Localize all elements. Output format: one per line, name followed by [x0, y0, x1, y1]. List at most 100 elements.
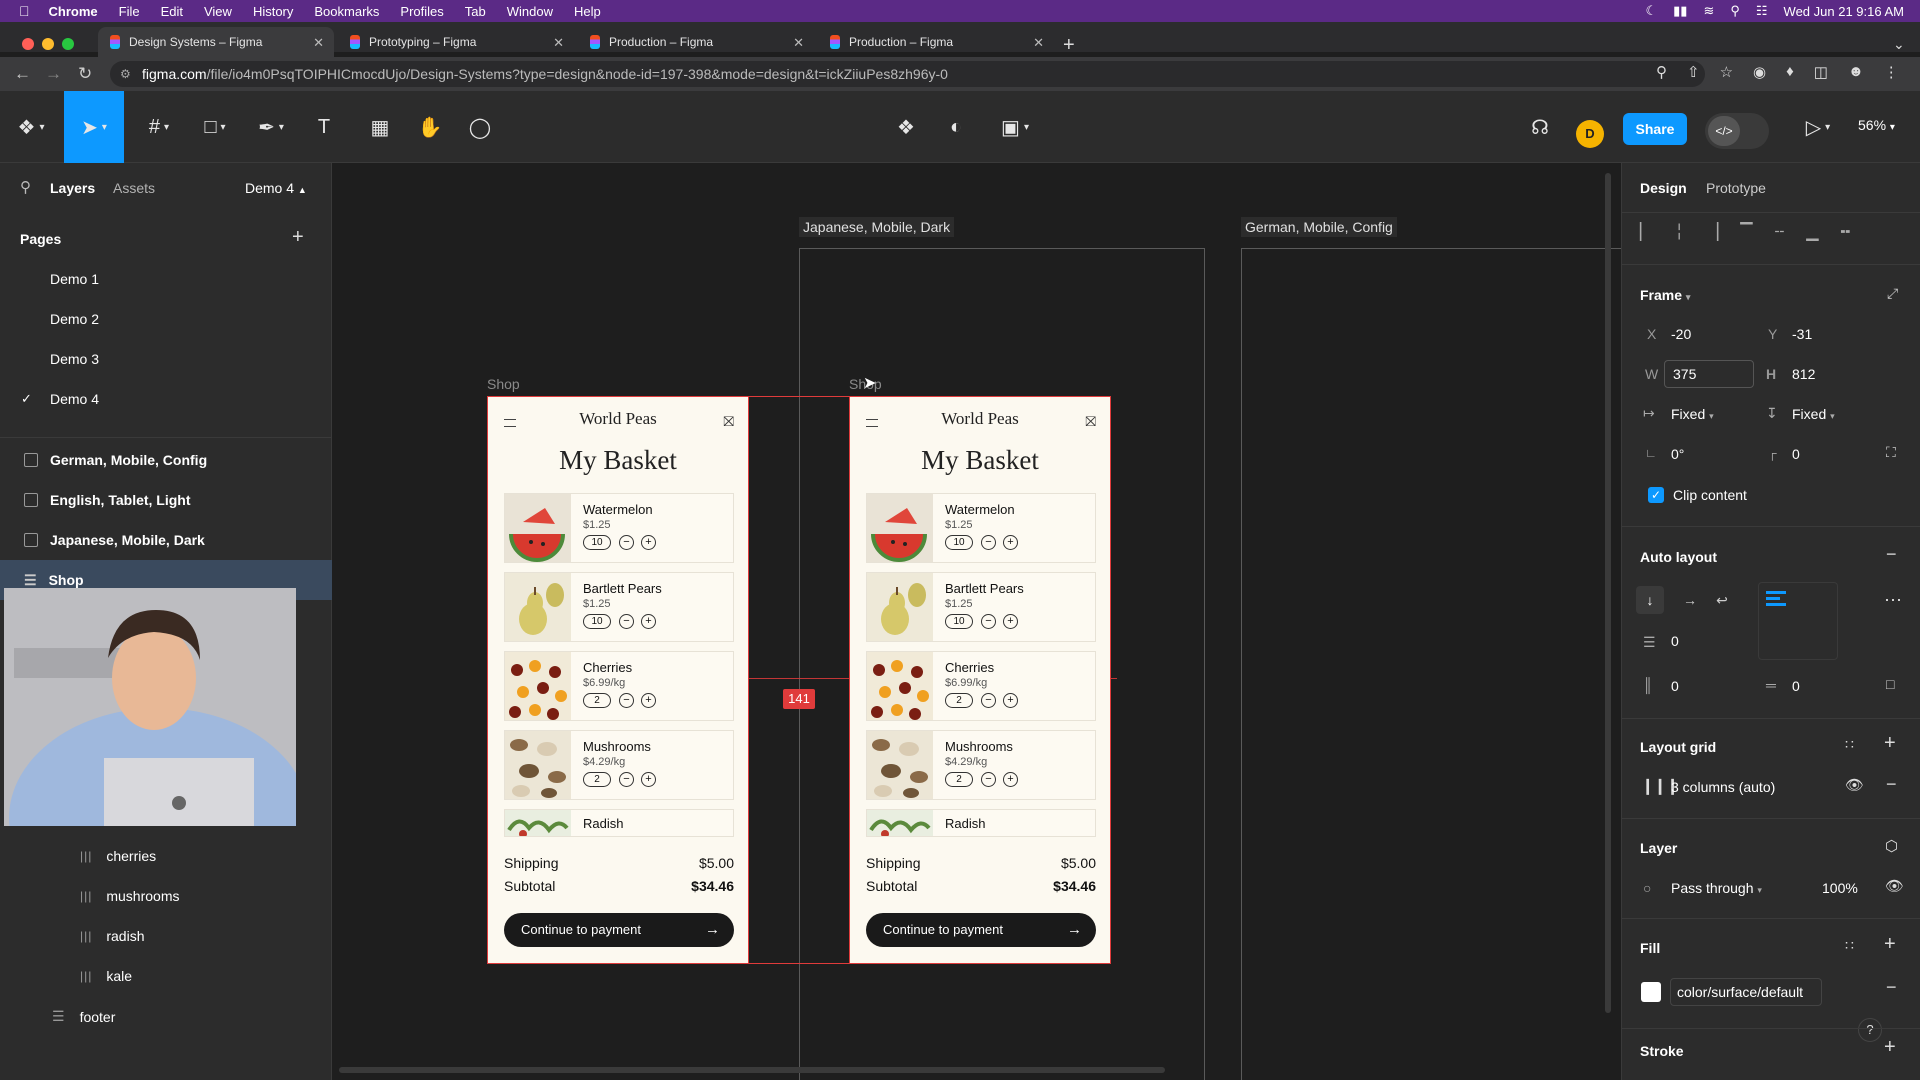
battery-icon[interactable]: ▮▮ — [1673, 3, 1687, 19]
mask-icon[interactable]: ◐ — [938, 91, 974, 163]
pen-tool-icon[interactable]: ✒ ▾ — [246, 91, 296, 163]
decrement-icon[interactable]: − — [981, 535, 996, 550]
text-tool-icon[interactable]: T — [306, 91, 342, 163]
menu-chrome[interactable]: Chrome — [49, 4, 98, 19]
page-item-demo-2[interactable]: Demo 2 — [50, 311, 99, 327]
menu-tab[interactable]: Tab — [465, 4, 486, 19]
continue-to-payment-button[interactable]: Continue to payment → — [504, 913, 734, 947]
horizontal-padding-input[interactable]: 0 — [1671, 678, 1679, 694]
add-page-icon[interactable]: + — [292, 226, 304, 249]
minimize-window-icon[interactable] — [42, 38, 54, 50]
share-page-icon[interactable]: ⇧ — [1687, 63, 1700, 81]
increment-icon[interactable]: + — [1003, 535, 1018, 550]
basket-item-cherries[interactable]: Cherries $6.99/kg 2 − + — [504, 651, 734, 721]
site-info-icon[interactable]: ⚙ — [120, 61, 131, 87]
page-item-demo-4[interactable]: Demo 4 — [50, 391, 99, 407]
direction-horizontal-icon[interactable]: → — [1676, 586, 1704, 614]
basket-item-watermelon[interactable]: Watermelon $1.25 10 − + — [866, 493, 1096, 563]
add-stroke-icon[interactable]: + — [1884, 1036, 1896, 1059]
increment-icon[interactable]: + — [1003, 614, 1018, 629]
remove-auto-layout-icon[interactable]: − — [1886, 544, 1897, 565]
tab-assets[interactable]: Assets — [113, 180, 155, 196]
quantity-field[interactable]: 10 — [945, 614, 973, 629]
fill-styles-icon[interactable]: ∷ — [1845, 937, 1854, 954]
zoom-icon[interactable]: ⚲ — [1656, 63, 1667, 81]
decrement-icon[interactable]: − — [981, 693, 996, 708]
component-icon[interactable]: ❖ — [888, 91, 924, 163]
sidepanel-icon[interactable]: ◫ — [1814, 63, 1828, 81]
audio-headphones-icon[interactable]: ☊ — [1522, 91, 1558, 163]
layer-child-kale[interactable]: ||| kale — [80, 968, 132, 984]
shop-frame-right[interactable]: World Peas ⛝ My Basket Watermelon $1.25 … — [849, 396, 1111, 964]
frame-section-title[interactable]: Frame ▾ — [1640, 287, 1690, 303]
h-input[interactable]: 812 — [1792, 366, 1815, 382]
increment-icon[interactable]: + — [641, 693, 656, 708]
basket-icon[interactable]: ⛝ — [1085, 413, 1096, 430]
menubar-datetime[interactable]: Wed Jun 21 9:16 AM — [1784, 4, 1904, 19]
continue-to-payment-button[interactable]: Continue to payment → — [866, 913, 1096, 947]
zoom-window-icon[interactable] — [62, 38, 74, 50]
wrap-icon[interactable]: ↩ — [1708, 586, 1736, 614]
help-icon[interactable]: ? — [1858, 1018, 1882, 1042]
close-tab-icon[interactable]: ✕ — [1033, 35, 1044, 51]
visibility-eye-icon[interactable]: 👁 — [1845, 776, 1864, 794]
bookmark-star-icon[interactable]: ☆ — [1720, 63, 1733, 81]
align-left-icon[interactable]: ▏ — [1640, 222, 1652, 242]
browser-tab-production-1[interactable]: Production – Figma ✕ — [578, 27, 814, 57]
blend-mode-select[interactable]: Pass through ▾ — [1671, 880, 1762, 896]
shape-tool-icon[interactable]: □ ▾ — [190, 91, 240, 163]
menu-profiles[interactable]: Profiles — [400, 4, 443, 19]
vertical-resizing-select[interactable]: Fixed ▾ — [1792, 406, 1835, 422]
horizontal-resizing-select[interactable]: Fixed ▾ — [1671, 406, 1714, 422]
figma-main-menu-icon[interactable]: ❖ ▾ — [0, 91, 62, 163]
wifi-icon[interactable]: ≋ — [1703, 3, 1714, 19]
basket-item-cherries[interactable]: Cherries $6.99/kg 2 − + — [866, 651, 1096, 721]
close-tab-icon[interactable]: ✕ — [553, 35, 564, 51]
decrement-icon[interactable]: − — [619, 614, 634, 629]
share-button[interactable]: Share — [1623, 113, 1687, 145]
tab-design[interactable]: Design — [1640, 180, 1687, 196]
canvas[interactable]: Japanese, Mobile, Dark German, Mobile, C… — [333, 163, 1621, 1080]
add-fill-icon[interactable]: + — [1884, 933, 1896, 956]
basket-item-mushrooms[interactable]: Mushrooms $4.29/kg 2 − + — [866, 730, 1096, 800]
independent-corners-icon[interactable]: ⛶ — [1886, 444, 1896, 461]
avatar[interactable]: D — [1576, 120, 1604, 148]
browser-tab-production-2[interactable]: Production – Figma ✕ — [818, 27, 1054, 57]
search-layers-icon[interactable]: ⚲ — [20, 178, 31, 196]
page-selector[interactable]: Demo 4 ▲ — [245, 180, 307, 196]
align-right-icon[interactable]: ▕ — [1706, 222, 1718, 242]
browser-tab-design-systems[interactable]: Design Systems – Figma ✕ — [98, 27, 334, 57]
decrement-icon[interactable]: − — [619, 693, 634, 708]
page-item-demo-1[interactable]: Demo 1 — [50, 271, 99, 287]
increment-icon[interactable]: + — [641, 614, 656, 629]
basket-item-radish[interactable]: Radish — [504, 809, 734, 837]
address-bar[interactable]: ⚙ figma.com/file/io4m0PsqTOIPHICmocdUjo/… — [110, 61, 1705, 87]
corner-radius-input[interactable]: 0 — [1792, 446, 1800, 462]
profile-icon[interactable]: ☻ — [1848, 63, 1864, 81]
quantity-field[interactable]: 10 — [583, 535, 611, 550]
opacity-input[interactable]: 100% — [1822, 880, 1858, 896]
quantity-field[interactable]: 10 — [945, 535, 973, 550]
frame-label-shop-left[interactable]: Shop — [487, 376, 520, 392]
tab-prototype[interactable]: Prototype — [1706, 180, 1766, 196]
gap-input[interactable]: 0 — [1671, 633, 1679, 649]
puzzle-icon[interactable]: ♦ — [1786, 63, 1794, 81]
present-icon[interactable]: ▷ ▾ — [1796, 91, 1840, 163]
frame-label-german[interactable]: German, Mobile, Config — [1241, 217, 1397, 237]
frame-tool-icon[interactable]: # ▾ — [134, 91, 184, 163]
individual-padding-icon[interactable]: □ — [1886, 676, 1894, 692]
menu-file[interactable]: File — [119, 4, 140, 19]
close-tab-icon[interactable]: ✕ — [313, 35, 324, 51]
direction-vertical-icon[interactable]: ↓ — [1636, 586, 1664, 614]
dev-mode-toggle[interactable]: </> — [1705, 113, 1769, 149]
moon-icon[interactable]: ☾ — [1645, 3, 1657, 19]
basket-item-mushrooms[interactable]: Mushrooms $4.29/kg 2 − + — [504, 730, 734, 800]
comment-tool-icon[interactable]: ◯ — [462, 91, 498, 163]
basket-item-radish[interactable]: Radish — [866, 809, 1096, 837]
x-input[interactable]: -20 — [1671, 326, 1691, 342]
layer-child-mushrooms[interactable]: ||| mushrooms — [80, 888, 180, 904]
quantity-field[interactable]: 10 — [583, 614, 611, 629]
fill-color-swatch[interactable] — [1641, 982, 1661, 1002]
remove-fill-icon[interactable]: − — [1886, 977, 1897, 998]
layout-grid-value[interactable]: 3 columns (auto) — [1671, 779, 1775, 795]
